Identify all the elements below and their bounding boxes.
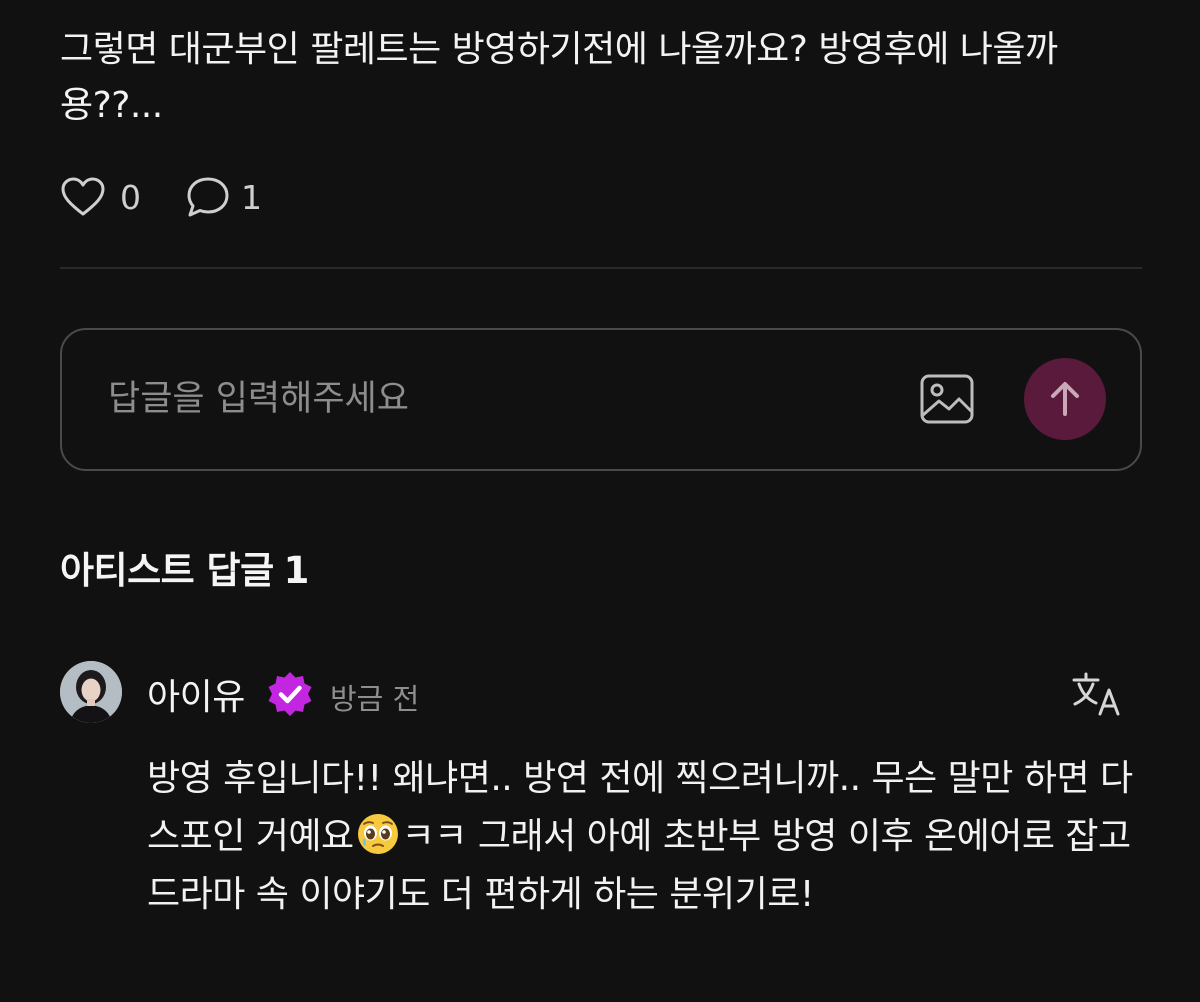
reply-composer xyxy=(60,328,1142,471)
divider xyxy=(60,267,1142,269)
pleading-face-emoji xyxy=(357,814,398,854)
translate-button[interactable] xyxy=(1068,668,1126,720)
heart-outline-icon xyxy=(61,177,105,216)
comment-count: 1 xyxy=(241,177,262,217)
arrow-up-icon xyxy=(1051,382,1079,416)
artist-replies-title: 아티스트 답글 xyxy=(60,549,274,592)
verified-badge-icon xyxy=(268,672,312,716)
send-button[interactable] xyxy=(1024,358,1106,440)
artist-replies-heading: 아티스트 답글 1 xyxy=(60,540,309,594)
artist-replies-count: 1 xyxy=(283,549,310,592)
reply-text: 방영 후입니다!! 왜냐면.. 방연 전에 찍으려니까.. 무슨 말만 하면 다… xyxy=(147,750,1142,924)
avatar[interactable] xyxy=(60,661,122,723)
image-icon xyxy=(920,374,974,424)
comment-button[interactable]: 1 xyxy=(185,175,262,219)
like-count: 0 xyxy=(120,177,141,217)
profile-photo xyxy=(60,661,122,723)
translate-icon xyxy=(1072,672,1120,716)
reply-input[interactable] xyxy=(108,368,888,430)
attach-image-button[interactable] xyxy=(918,370,976,428)
post-text: 그렇면 대군부인 팔레트는 방영하기전에 나올까요? 방영후에 나올까용??..… xyxy=(60,29,1058,126)
author-name[interactable]: 아이유 xyxy=(147,668,245,720)
like-button[interactable]: 0 xyxy=(60,176,141,218)
post-stats: 0 1 xyxy=(60,170,262,224)
speech-bubble-icon xyxy=(187,177,229,217)
reply-timestamp: 방금 전 xyxy=(330,682,420,716)
